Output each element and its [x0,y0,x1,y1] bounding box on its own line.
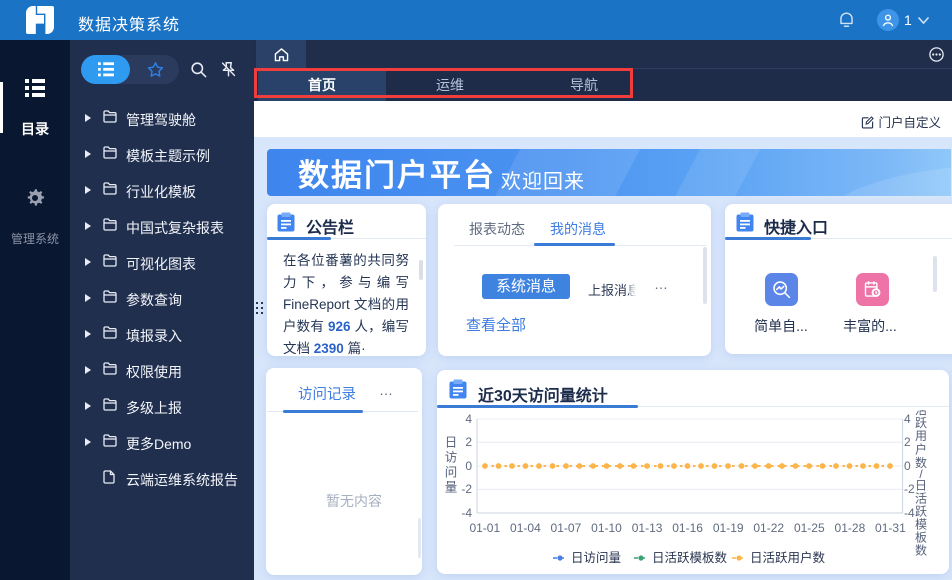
svg-text:01-25: 01-25 [794,521,825,535]
svg-text:-4: -4 [904,506,915,520]
svg-text:日: 日 [445,436,458,450]
svg-text:-2: -2 [461,482,472,496]
svg-text:01-13: 01-13 [632,521,663,535]
svg-text:01-01: 01-01 [469,521,500,535]
svg-text:用: 用 [915,429,927,443]
svg-text:-2: -2 [904,482,915,496]
svg-text:01-28: 01-28 [835,521,866,535]
svg-text:跃: 跃 [915,505,927,519]
svg-text:01-19: 01-19 [713,521,744,535]
svg-text:01-31: 01-31 [875,521,906,535]
svg-text:4: 4 [904,412,911,426]
svg-text:01-07: 01-07 [551,521,582,535]
svg-text:0: 0 [904,459,911,473]
svg-text:访: 访 [445,451,458,465]
svg-text:数: 数 [915,543,927,558]
svg-text:日活跃模板数: 日活跃模板数 [652,550,728,565]
svg-text:板: 板 [915,531,927,545]
svg-text:问: 问 [445,466,458,480]
svg-text:户: 户 [915,442,927,457]
svg-text:量: 量 [445,481,458,495]
svg-text:日活跃用户数: 日活跃用户数 [750,550,826,565]
svg-text:01-10: 01-10 [591,521,622,535]
svg-text:2: 2 [904,435,911,449]
svg-text:4: 4 [465,412,472,426]
svg-text:01-22: 01-22 [753,521,784,535]
svg-text:01-16: 01-16 [672,521,703,535]
svg-text:01-04: 01-04 [510,521,541,535]
svg-text:活: 活 [915,492,927,506]
svg-text:模: 模 [915,518,927,532]
svg-text:跃: 跃 [915,416,927,430]
svg-text:日访问量: 日访问量 [571,551,621,565]
svg-text:日: 日 [915,479,927,493]
svg-text:0: 0 [465,459,472,473]
svg-text:-4: -4 [461,506,472,520]
svg-text:2: 2 [465,435,472,449]
